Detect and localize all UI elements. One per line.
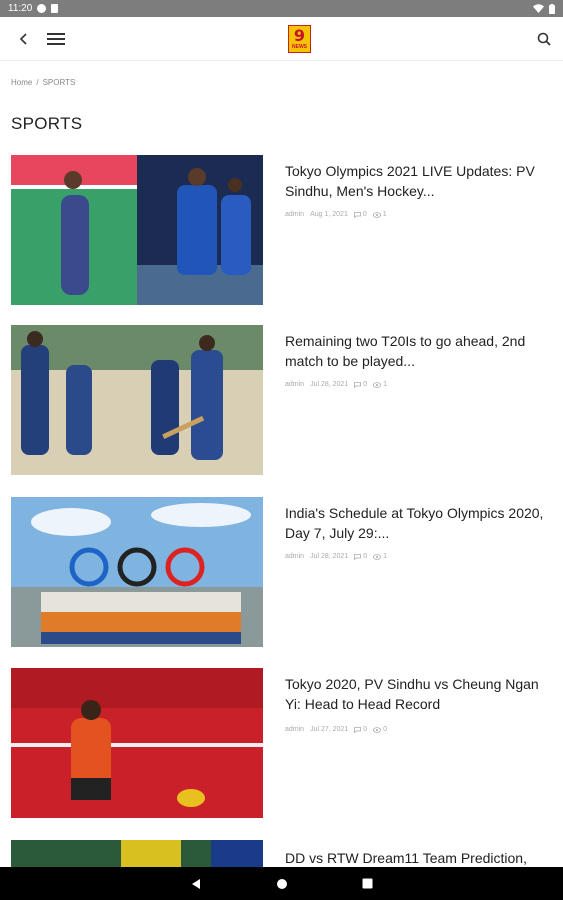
- article-meta: admin Jul 28, 2021 0 1: [285, 381, 555, 388]
- article-thumbnail[interactable]: [11, 497, 263, 647]
- nav-back-button[interactable]: [188, 876, 204, 892]
- article-comments: 0: [363, 381, 368, 388]
- system-nav-bar: [0, 867, 563, 900]
- article-date: Aug 1, 2021: [310, 211, 348, 218]
- article-item[interactable]: Remaining two T20Is to go ahead, 2nd mat…: [11, 325, 556, 475]
- hamburger-menu-icon: [47, 33, 65, 45]
- breadcrumb-current: SPORTS: [42, 78, 76, 87]
- comment-icon: [354, 381, 362, 388]
- article-title[interactable]: India's Schedule at Tokyo Olympics 2020,…: [285, 503, 555, 543]
- article-title[interactable]: Tokyo 2020, PV Sindhu vs Cheung Ngan Yi:…: [285, 674, 555, 714]
- wifi-icon: [533, 4, 544, 13]
- article-comments: 0: [362, 211, 367, 218]
- article-author: admin: [285, 553, 305, 560]
- app-bar: 9 NEWS: [0, 17, 563, 61]
- article-views: 1: [383, 381, 388, 388]
- article-title[interactable]: Remaining two T20Is to go ahead, 2nd mat…: [285, 331, 555, 371]
- battery-icon: [549, 3, 555, 14]
- article-item[interactable]: Tokyo Olympics 2021 LIVE Updates: PV Sin…: [11, 155, 556, 305]
- back-button[interactable]: [12, 27, 36, 51]
- article-item[interactable]: Tokyo 2020, PV Sindhu vs Cheung Ngan Yi:…: [11, 668, 556, 818]
- nav-home-button[interactable]: [274, 876, 290, 892]
- breadcrumb-separator: /: [36, 78, 39, 87]
- article-item[interactable]: DD vs RTW Dream11 Team Prediction,: [11, 840, 556, 867]
- eye-icon: [373, 726, 382, 733]
- article-item[interactable]: India's Schedule at Tokyo Olympics 2020,…: [11, 497, 556, 647]
- article-date: Jul 28, 2021: [310, 553, 349, 560]
- eye-icon: [373, 553, 382, 560]
- article-views: 1: [383, 553, 388, 560]
- comment-icon: [354, 726, 362, 733]
- article-thumbnail[interactable]: [11, 155, 263, 305]
- article-views: 1: [382, 211, 387, 218]
- chevron-left-icon: [19, 33, 27, 45]
- status-bar: 11:20: [0, 0, 563, 17]
- article-thumbnail[interactable]: [11, 668, 263, 818]
- article-date: Jul 27, 2021: [310, 726, 349, 733]
- article-title[interactable]: Tokyo Olympics 2021 LIVE Updates: PV Sin…: [285, 161, 555, 201]
- eye-icon: [372, 211, 381, 218]
- status-time: 11:20: [8, 3, 33, 14]
- article-title[interactable]: DD vs RTW Dream11 Team Prediction,: [285, 848, 555, 867]
- page-title: SPORTS: [11, 114, 83, 133]
- article-author: admin: [285, 381, 305, 388]
- article-author: admin: [285, 211, 305, 218]
- square-recents-icon: [362, 878, 373, 889]
- article-thumbnail[interactable]: [11, 840, 263, 867]
- article-thumbnail[interactable]: [11, 325, 263, 475]
- triangle-back-icon: [191, 878, 200, 889]
- comment-icon: [354, 553, 362, 560]
- article-meta: admin Jul 28, 2021 0 1: [285, 553, 555, 560]
- search-icon: [537, 32, 551, 46]
- article-comments: 0: [363, 726, 368, 733]
- article-author: admin: [285, 726, 305, 733]
- menu-button[interactable]: [44, 27, 68, 51]
- breadcrumb: Home / SPORTS: [11, 78, 75, 87]
- article-comments: 0: [363, 553, 368, 560]
- comment-icon: [353, 211, 361, 218]
- nav-recents-button[interactable]: [360, 876, 376, 892]
- search-button[interactable]: [532, 27, 556, 51]
- article-views: 0: [383, 726, 388, 733]
- article-meta: admin Jul 27, 2021 0 0: [285, 726, 555, 733]
- eye-icon: [373, 381, 382, 388]
- article-date: Jul 28, 2021: [310, 381, 349, 388]
- article-meta: admin Aug 1, 2021 0 1: [285, 211, 555, 218]
- notification-icon: [37, 4, 47, 13]
- breadcrumb-home[interactable]: Home: [11, 78, 32, 87]
- circle-home-icon: [276, 878, 287, 889]
- sd-card-icon: [51, 4, 59, 13]
- brand-logo[interactable]: 9 NEWS: [288, 25, 311, 53]
